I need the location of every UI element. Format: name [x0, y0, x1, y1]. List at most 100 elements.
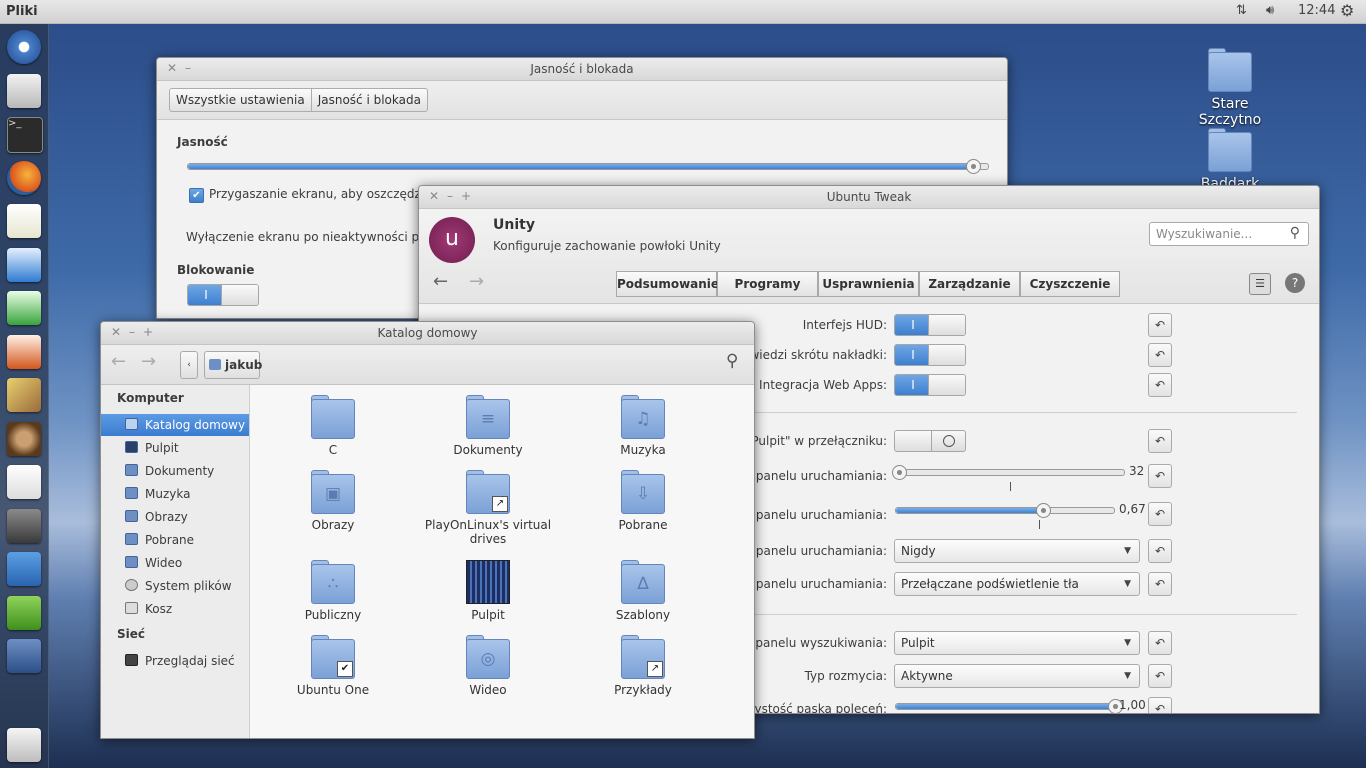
- file-item[interactable]: C: [268, 395, 398, 457]
- sidebar-item-music[interactable]: Muzyka: [101, 483, 249, 505]
- file-item[interactable]: ◎ Wideo: [423, 635, 553, 697]
- search-icon[interactable]: ⚲: [1290, 225, 1300, 241]
- search-placeholder: Wyszukiwanie...: [1156, 227, 1253, 241]
- desktop-folder-baddark[interactable]: Baddark: [1180, 128, 1280, 186]
- home-icon: [125, 418, 138, 430]
- reset-hide-mode-button[interactable]: ↶: [1148, 539, 1172, 563]
- file-item[interactable]: ✔ Ubuntu One: [268, 635, 398, 697]
- reset-shortcut-button[interactable]: ↶: [1148, 343, 1172, 367]
- forward-arrow-icon[interactable]: →: [469, 271, 484, 292]
- blur-type-combo[interactable]: Aktywne ▼: [894, 664, 1140, 688]
- hud-toggle[interactable]: I: [894, 314, 966, 336]
- slider-thumb[interactable]: [892, 465, 907, 480]
- combo-value: Przełączane podświetlenie tła: [901, 577, 1079, 591]
- link-folder-icon: ↗: [466, 470, 510, 514]
- files-icon[interactable]: [7, 74, 41, 108]
- volume-icon[interactable]: 🔊︎: [1266, 3, 1274, 18]
- videos-icon: [125, 556, 138, 568]
- terminal-icon[interactable]: >_: [7, 117, 43, 153]
- tab-zarzadzanie[interactable]: Zarządzanie: [919, 271, 1020, 297]
- file-item[interactable]: ♫ Muzyka: [578, 395, 708, 457]
- reset-icon-size-button[interactable]: ↶: [1148, 464, 1172, 488]
- reset-backlight-button[interactable]: ↶: [1148, 572, 1172, 596]
- sidebar-item-documents[interactable]: Dokumenty: [101, 460, 249, 482]
- show-desktop-toggle[interactable]: [894, 430, 966, 452]
- hide-mode-combo[interactable]: Nigdy ▼: [894, 539, 1140, 563]
- file-item[interactable]: ↗ Przykłady: [578, 635, 708, 697]
- sidebar-item-downloads[interactable]: Pobrane: [101, 529, 249, 551]
- panel-opacity-slider[interactable]: [895, 699, 1123, 713]
- checkmark-icon: ✔: [337, 661, 353, 677]
- link-arrow-icon: ↗: [647, 661, 663, 677]
- app-description: Konfiguruje zachowanie powłoki Unity: [493, 239, 721, 253]
- forward-arrow-icon[interactable]: →: [141, 351, 156, 372]
- search-size-combo[interactable]: Pulpit ▼: [894, 631, 1140, 655]
- tab-usprawnienia[interactable]: Usprawnienia: [818, 271, 919, 297]
- file-item[interactable]: ≡ Dokumenty: [423, 395, 553, 457]
- slider-thumb[interactable]: [966, 159, 981, 174]
- reset-webapps-button[interactable]: ↶: [1148, 373, 1172, 397]
- tab-podsumowanie[interactable]: Podsumowanie: [616, 271, 719, 297]
- apps-icon[interactable]: [7, 465, 41, 499]
- icon-size-slider[interactable]: [892, 465, 1125, 480]
- file-item[interactable]: ▣ Obrazy: [268, 470, 398, 532]
- system-monitor-icon[interactable]: [7, 552, 41, 586]
- firefox-icon[interactable]: [7, 161, 41, 195]
- sidebar-item-trash[interactable]: Kosz: [101, 598, 249, 620]
- sidebar-item-browse-network[interactable]: Przeglądaj sieć: [101, 650, 249, 672]
- slider-thumb[interactable]: [1036, 503, 1052, 518]
- network-icon[interactable]: ⇅: [1236, 3, 1247, 18]
- session-gear-icon[interactable]: ⚙: [1340, 1, 1354, 20]
- ubuntu-dash-icon[interactable]: [7, 30, 41, 64]
- sidebar-item-desktop[interactable]: Pulpit: [101, 437, 249, 459]
- tab-programy[interactable]: Programy: [717, 271, 818, 297]
- file-item[interactable]: ∆ Szablony: [578, 560, 708, 622]
- clock[interactable]: 12:44: [1298, 3, 1335, 18]
- reset-panel-opacity-button[interactable]: ↶: [1148, 697, 1172, 713]
- breadcrumb-all-settings[interactable]: Wszystkie ustawienia: [169, 88, 312, 112]
- settings-icon[interactable]: [7, 509, 41, 543]
- shortcut-hints-toggle[interactable]: I: [894, 344, 966, 366]
- file-item[interactable]: Pulpit: [423, 560, 553, 622]
- back-arrow-icon[interactable]: ←: [433, 271, 448, 292]
- reset-search-size-button[interactable]: ↶: [1148, 631, 1172, 655]
- tab-czyszczenie[interactable]: Czyszczenie: [1020, 271, 1120, 297]
- gimp-icon[interactable]: [7, 378, 41, 412]
- help-icon[interactable]: ?: [1285, 273, 1305, 293]
- sound-icon[interactable]: [7, 422, 41, 456]
- reset-show-desktop-button[interactable]: ↶: [1148, 429, 1172, 453]
- calc-icon[interactable]: [7, 291, 41, 325]
- dim-checkbox[interactable]: ✔: [189, 188, 204, 203]
- preferences-icon[interactable]: ☰: [1249, 273, 1271, 295]
- backlight-combo[interactable]: Przełączane podświetlenie tła ▼: [894, 572, 1140, 596]
- file-item[interactable]: ↗ PlayOnLinux's virtual drives: [423, 470, 553, 546]
- path-left-button[interactable]: ‹: [180, 351, 198, 379]
- ubuntu-tweak-icon[interactable]: [7, 596, 41, 630]
- file-item[interactable]: ⇩ Pobrane: [578, 470, 708, 532]
- sidebar-item-filesystem[interactable]: System plików: [101, 575, 249, 597]
- text-editor-icon[interactable]: [7, 204, 41, 238]
- trash-icon[interactable]: [7, 728, 41, 762]
- sidebar-item-home[interactable]: Katalog domowy: [101, 414, 249, 436]
- path-home-button[interactable]: jakub: [204, 351, 262, 379]
- reset-opacity-button[interactable]: ↶: [1148, 502, 1172, 526]
- search-field[interactable]: Wyszukiwanie... ⚲: [1149, 222, 1309, 246]
- breadcrumb-brightness[interactable]: Jasność i blokada: [311, 88, 428, 112]
- brightness-slider[interactable]: [187, 159, 989, 174]
- sidebar-item-videos[interactable]: Wideo: [101, 552, 249, 574]
- pictures-icon: [125, 510, 138, 522]
- reset-blur-type-button[interactable]: ↶: [1148, 664, 1172, 688]
- opacity-slider[interactable]: [895, 503, 1115, 518]
- blur-type-label: Typ rozmycia:: [804, 669, 887, 683]
- search-icon[interactable]: ⚲: [726, 351, 738, 371]
- desktop-folder-stare-szczytno[interactable]: Stare Szczytno: [1180, 48, 1280, 128]
- impress-icon[interactable]: [7, 335, 41, 369]
- file-item[interactable]: ∴ Publiczny: [268, 560, 398, 622]
- writer-icon[interactable]: [7, 248, 41, 282]
- back-arrow-icon[interactable]: ←: [111, 351, 126, 372]
- reset-hud-button[interactable]: ↶: [1148, 313, 1172, 337]
- sidebar-item-pictures[interactable]: Obrazy: [101, 506, 249, 528]
- webapps-toggle[interactable]: I: [894, 374, 966, 396]
- workspace-switcher-icon[interactable]: [7, 639, 41, 673]
- lock-toggle[interactable]: I: [187, 284, 259, 306]
